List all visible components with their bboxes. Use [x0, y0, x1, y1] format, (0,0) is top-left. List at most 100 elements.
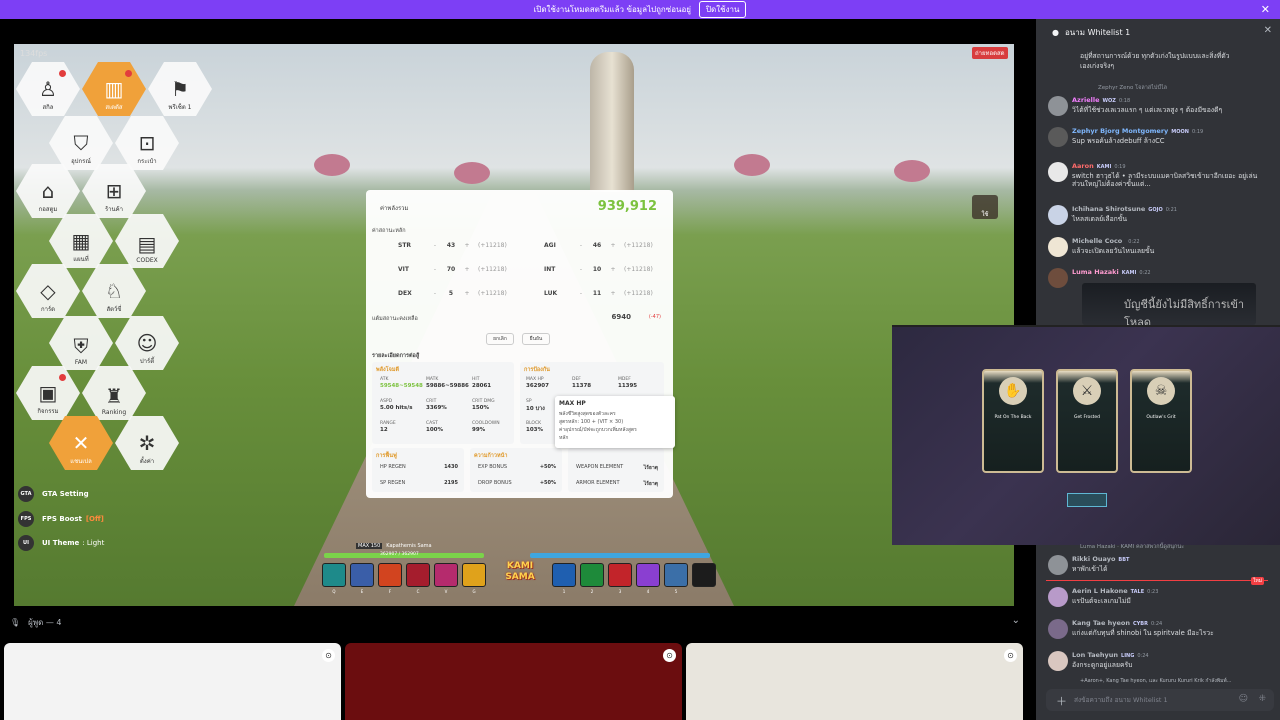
chat-header: ● อนาม Whitelist 1 ✕ [1036, 19, 1280, 45]
microphone-icon: 🎙 [10, 617, 21, 627]
stat-minus-button[interactable]: - [428, 242, 442, 249]
stat-plus-button[interactable]: + [606, 242, 620, 249]
confirm-button[interactable]: ยืนยัน [522, 333, 550, 345]
author-name[interactable]: Ichihana Shirotsune GOJO 0:21 [1072, 205, 1177, 213]
stat-minus-button[interactable]: - [574, 266, 588, 273]
skill-slot[interactable] [322, 563, 346, 587]
participant-tile[interactable]: ⊙ [4, 643, 341, 720]
gta-icon: GTA [18, 486, 34, 502]
stat-row-str: STR -43 + (+11218) [398, 242, 507, 249]
author-name[interactable]: Aaron KAMI 0:19 [1072, 162, 1126, 170]
avatar[interactable] [1048, 162, 1068, 182]
skill-slot[interactable] [608, 563, 632, 587]
avatar[interactable] [1048, 205, 1068, 225]
close-icon[interactable]: ✕ [1264, 25, 1272, 36]
disable-streamer-mode-button[interactable]: ปิดใช้งาน [698, 1, 747, 18]
streamer-mode-banner: เปิดใช้งานโหมดสตรีมแล้ว ข้อมูลไปถูกซ่อนอ… [0, 0, 1280, 19]
apps-icon[interactable]: ⁜ [1258, 694, 1266, 704]
image-embed[interactable]: บัญชีนี้ยังไม่มีสิทธิ์การเข้าโหลด [1082, 283, 1256, 325]
author-name[interactable]: Rikki Ouayo BBT [1072, 555, 1132, 563]
emoji-icon[interactable]: ☺ [1239, 694, 1248, 704]
tower-scenery [590, 52, 634, 192]
avatar[interactable] [1048, 587, 1068, 607]
remaining-points-value: 6940 [611, 313, 631, 321]
overlay-game-window[interactable]: ✋ Pat On The Back ⚔ Get Frosted ☠ Outlaw's Gr… [892, 325, 1280, 545]
stat-minus-button[interactable]: - [574, 242, 588, 249]
stat-plus-button[interactable]: + [460, 266, 474, 273]
participant-tile[interactable]: ⊙ [686, 643, 1023, 720]
sp-bar [530, 553, 710, 558]
author-name[interactable]: Lon Taehyun LING 0:24 [1072, 651, 1149, 659]
avatar[interactable] [1048, 96, 1068, 116]
card-icon: ◇ [40, 279, 56, 303]
stat-cell: DROP BONUS +50% [478, 480, 556, 486]
stat-minus-button[interactable]: - [428, 290, 442, 297]
ui-theme-option[interactable]: UI UI Theme : Light [18, 535, 104, 551]
clan-tag: GOJO [1148, 207, 1163, 213]
ability-name: Outlaw's Grit [1146, 415, 1176, 420]
skill-keybind: V [444, 589, 448, 594]
gta-setting-option[interactable]: GTA GTA Setting [18, 486, 89, 502]
person-icon: ♙ [39, 77, 57, 101]
stat-minus-button[interactable]: - [428, 266, 442, 273]
stat-plus-button[interactable]: + [606, 290, 620, 297]
clan-tag: BBT [1118, 557, 1130, 563]
skill-slot[interactable] [636, 563, 660, 587]
game-action-button[interactable]: ใช้ [972, 195, 998, 219]
avatar[interactable] [1048, 237, 1068, 257]
avatar[interactable] [1048, 555, 1068, 575]
skill-slot[interactable] [462, 563, 486, 587]
ability-card[interactable]: ✋ Pat On The Back [982, 369, 1044, 473]
skill-slot[interactable] [378, 563, 402, 587]
max-hp-tooltip: MAX HP พลังชีวิตสูงสุดของตัวละคร สูตรหลั… [555, 396, 675, 448]
stat-minus-button[interactable]: - [574, 290, 588, 297]
stat-cell: CAST 100% [426, 421, 443, 433]
close-icon[interactable]: ✕ [1261, 3, 1270, 16]
expand-icon[interactable]: ⊙ [1004, 649, 1017, 662]
ranking-icon: ♜ [105, 384, 123, 408]
channel-name: อนาม Whitelist 1 [1064, 27, 1131, 37]
author-name[interactable]: Michelle Coco 0:22 [1072, 237, 1140, 245]
element-card: WEAPON ELEMENT ไร้ธาตุ ARMOR ELEMENT ไร้ธา… [568, 448, 664, 492]
stat-plus-button[interactable]: + [460, 290, 474, 297]
message-text: switch ฮาวุธได้ • ลามีระบบแมคาบิลสวิชเข้… [1072, 172, 1258, 188]
confirm-slot[interactable] [1067, 493, 1107, 507]
ability-card[interactable]: ☠ Outlaw's Grit [1130, 369, 1192, 473]
skill-slot[interactable] [580, 563, 604, 587]
chevron-down-icon[interactable]: ⌄ [1012, 615, 1020, 626]
mount-icon: ♘ [105, 279, 123, 303]
skill-slot[interactable] [434, 563, 458, 587]
ability-name: Get Frosted [1074, 415, 1100, 420]
avatar[interactable] [1048, 127, 1068, 147]
participant-tile[interactable]: ⊙ [345, 643, 682, 720]
family-shield-icon: ⛨ [73, 334, 89, 358]
author-name[interactable]: Aerin L Hakone TALE 0:23 [1072, 587, 1158, 595]
expand-icon[interactable]: ⊙ [663, 649, 676, 662]
author-name[interactable]: Luma Hazaki KAMI 0:22 [1072, 268, 1151, 276]
bag-icon: ⊡ [138, 131, 156, 155]
add-attachment-icon[interactable]: ＋ [1056, 693, 1067, 709]
bar-chart-icon: ▥ [104, 77, 124, 101]
avatar[interactable] [1048, 268, 1068, 288]
avatar[interactable] [1048, 619, 1068, 639]
author-name[interactable]: Zephyr Bjorg Montgomery MOON 0:19 [1072, 127, 1203, 135]
message-text: วิไต้ที่ใช้ช่วงเลเวลแรก ๆ แต่เลเวลสูง ๆ … [1072, 106, 1223, 114]
notification-dot [59, 70, 66, 77]
ability-card[interactable]: ⚔ Get Frosted [1056, 369, 1118, 473]
skill-slot[interactable] [350, 563, 374, 587]
skill-slot[interactable] [406, 563, 430, 587]
expand-icon[interactable]: ⊙ [322, 649, 335, 662]
skill-slot[interactable] [664, 563, 688, 587]
stat-cell: ASPD 5.00 hits/s [380, 399, 413, 411]
fps-boost-option[interactable]: FPS FPS Boost [Off] [18, 511, 104, 527]
author-name[interactable]: Azrielle WOZ 0:18 [1072, 96, 1130, 104]
cancel-button[interactable]: ยกเลิก [486, 333, 514, 345]
stat-plus-button[interactable]: + [606, 266, 620, 273]
skill-slot[interactable] [692, 563, 716, 587]
skill-slot[interactable] [552, 563, 576, 587]
stat-plus-button[interactable]: + [460, 242, 474, 249]
message-input[interactable]: ＋ ส่งข้อความถึง อนาม Whitelist 1 ☺ ⁜ [1046, 689, 1274, 711]
avatar[interactable] [1048, 651, 1068, 671]
new-messages-divider [1046, 580, 1268, 581]
author-name[interactable]: Kang Tae hyeon CYBR 0:24 [1072, 619, 1162, 627]
